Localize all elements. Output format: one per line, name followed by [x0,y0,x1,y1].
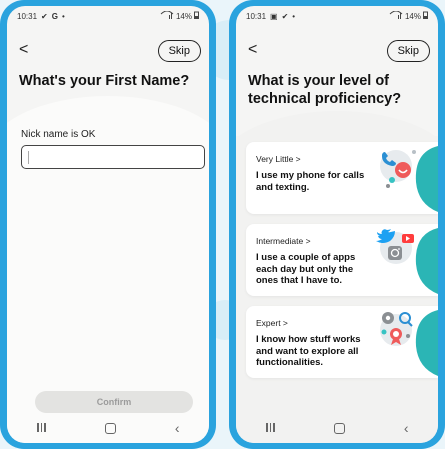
back-button[interactable]: < [19,40,35,60]
nav-back-icon[interactable]: ‹ [404,421,409,435]
option-level: Expert > [256,318,288,328]
phone-frame-name: 10:31 ✔ G • 14% < Skip What's your First… [0,0,216,449]
dot-icon: • [292,11,296,21]
top-bar: < Skip [7,38,209,66]
status-bar: 10:31 ▣ ✔ • 14% [236,6,438,26]
instagram-icon [388,246,402,260]
expert-illustration [380,310,438,376]
phone-frame-proficiency: 10:31 ▣ ✔ • 14% < Skip What is your leve… [229,0,445,449]
google-icon: G [51,11,58,21]
back-button[interactable]: < [248,40,264,60]
battery-text: 14% [404,11,421,21]
skip-button[interactable]: Skip [386,40,430,62]
proficiency-screen: 10:31 ▣ ✔ • 14% < Skip What is your leve… [236,6,438,443]
status-time: 10:31 [17,11,38,21]
gallery-icon: ▣ [270,11,278,21]
status-bar: 10:31 ✔ G • 14% [7,6,209,26]
home-icon[interactable] [334,422,346,434]
option-expert[interactable]: Expert > I know how stuff works and want… [246,306,438,378]
nav-bar: ‹ [7,413,209,443]
recent-apps-icon[interactable] [36,423,46,433]
status-time: 10:31 [246,11,267,21]
recent-apps-icon[interactable] [265,423,275,433]
option-description: I use my phone for calls and texting. [256,170,365,193]
text-caret [28,151,29,164]
apps-illustration [376,228,438,294]
home-icon[interactable] [105,422,117,434]
first-name-label: Nick name is OK [21,129,96,140]
option-level: Very Little > [256,154,301,164]
dot-icon: • [61,11,65,21]
option-intermediate[interactable]: Intermediate > I use a couple of apps ea… [246,224,438,296]
battery-text: 14% [175,11,192,21]
name-screen: 10:31 ✔ G • 14% < Skip What's your First… [7,6,209,443]
check-icon: ✔ [281,11,289,21]
battery-icon [194,11,199,21]
option-very-little[interactable]: Very Little > I use my phone for calls a… [246,142,438,214]
top-bar: < Skip [236,38,438,66]
page-title: What's your First Name? [19,73,190,89]
nav-bar: ‹ [236,413,438,443]
page-title: What is your level of technical proficie… [248,73,402,107]
nav-back-icon[interactable]: ‹ [175,421,180,435]
skip-button[interactable]: Skip [157,40,201,62]
smile-icon [395,162,411,178]
wifi-signal-icon [160,10,174,21]
option-description: I know how stuff works and want to explo… [256,334,361,368]
option-level: Intermediate > [256,236,311,246]
option-description: I use a couple of apps each day but only… [256,252,356,286]
first-name-input[interactable] [21,145,205,169]
phone-calls-illustration [380,146,438,212]
battery-icon [423,11,428,21]
confirm-button[interactable]: Confirm [35,391,193,413]
wifi-signal-icon [389,10,403,21]
check-icon: ✔ [41,11,48,21]
